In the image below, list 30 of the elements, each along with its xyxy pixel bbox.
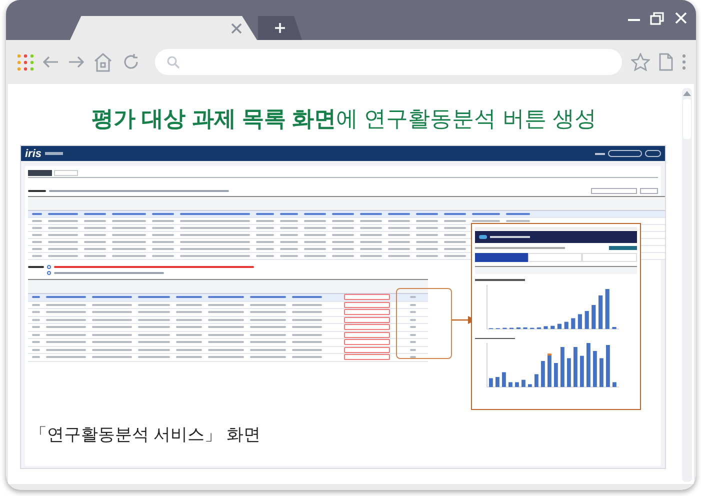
toolbar-button[interactable] xyxy=(591,188,637,194)
highlight-frame xyxy=(396,288,452,359)
tab[interactable] xyxy=(54,170,78,176)
search-icon xyxy=(167,56,180,68)
tab[interactable] xyxy=(528,253,582,262)
logo: iris xyxy=(25,148,42,160)
caption: 「연구활동분석 서비스」 화면 xyxy=(30,424,260,446)
menu-icon[interactable] xyxy=(682,54,686,70)
forward-icon[interactable] xyxy=(68,56,84,68)
analysis-button[interactable] xyxy=(344,339,390,346)
back-icon[interactable] xyxy=(43,56,59,68)
toolbar-button[interactable] xyxy=(640,188,658,194)
user-button[interactable] xyxy=(608,150,642,157)
home-icon[interactable] xyxy=(93,52,113,72)
star-icon[interactable] xyxy=(631,53,650,71)
reload-icon[interactable] xyxy=(122,53,140,71)
analysis-button[interactable] xyxy=(344,309,390,316)
document-icon[interactable] xyxy=(659,53,673,71)
apps-grid-icon[interactable] xyxy=(17,54,34,70)
plus-icon xyxy=(275,23,285,33)
page-heading: 평가 대상 과제 목록 화면에 연구활동분석 버튼 생성 xyxy=(90,105,598,133)
scrollbar[interactable] xyxy=(682,88,692,482)
analysis-button[interactable] xyxy=(344,354,390,360)
tab[interactable] xyxy=(582,253,638,262)
logout-button[interactable] xyxy=(645,150,661,157)
analysis-button[interactable] xyxy=(344,294,390,300)
restore-icon[interactable] xyxy=(650,12,664,25)
analysis-button[interactable] xyxy=(344,324,390,330)
new-tab-button[interactable] xyxy=(258,16,302,40)
close-icon[interactable] xyxy=(231,22,242,34)
